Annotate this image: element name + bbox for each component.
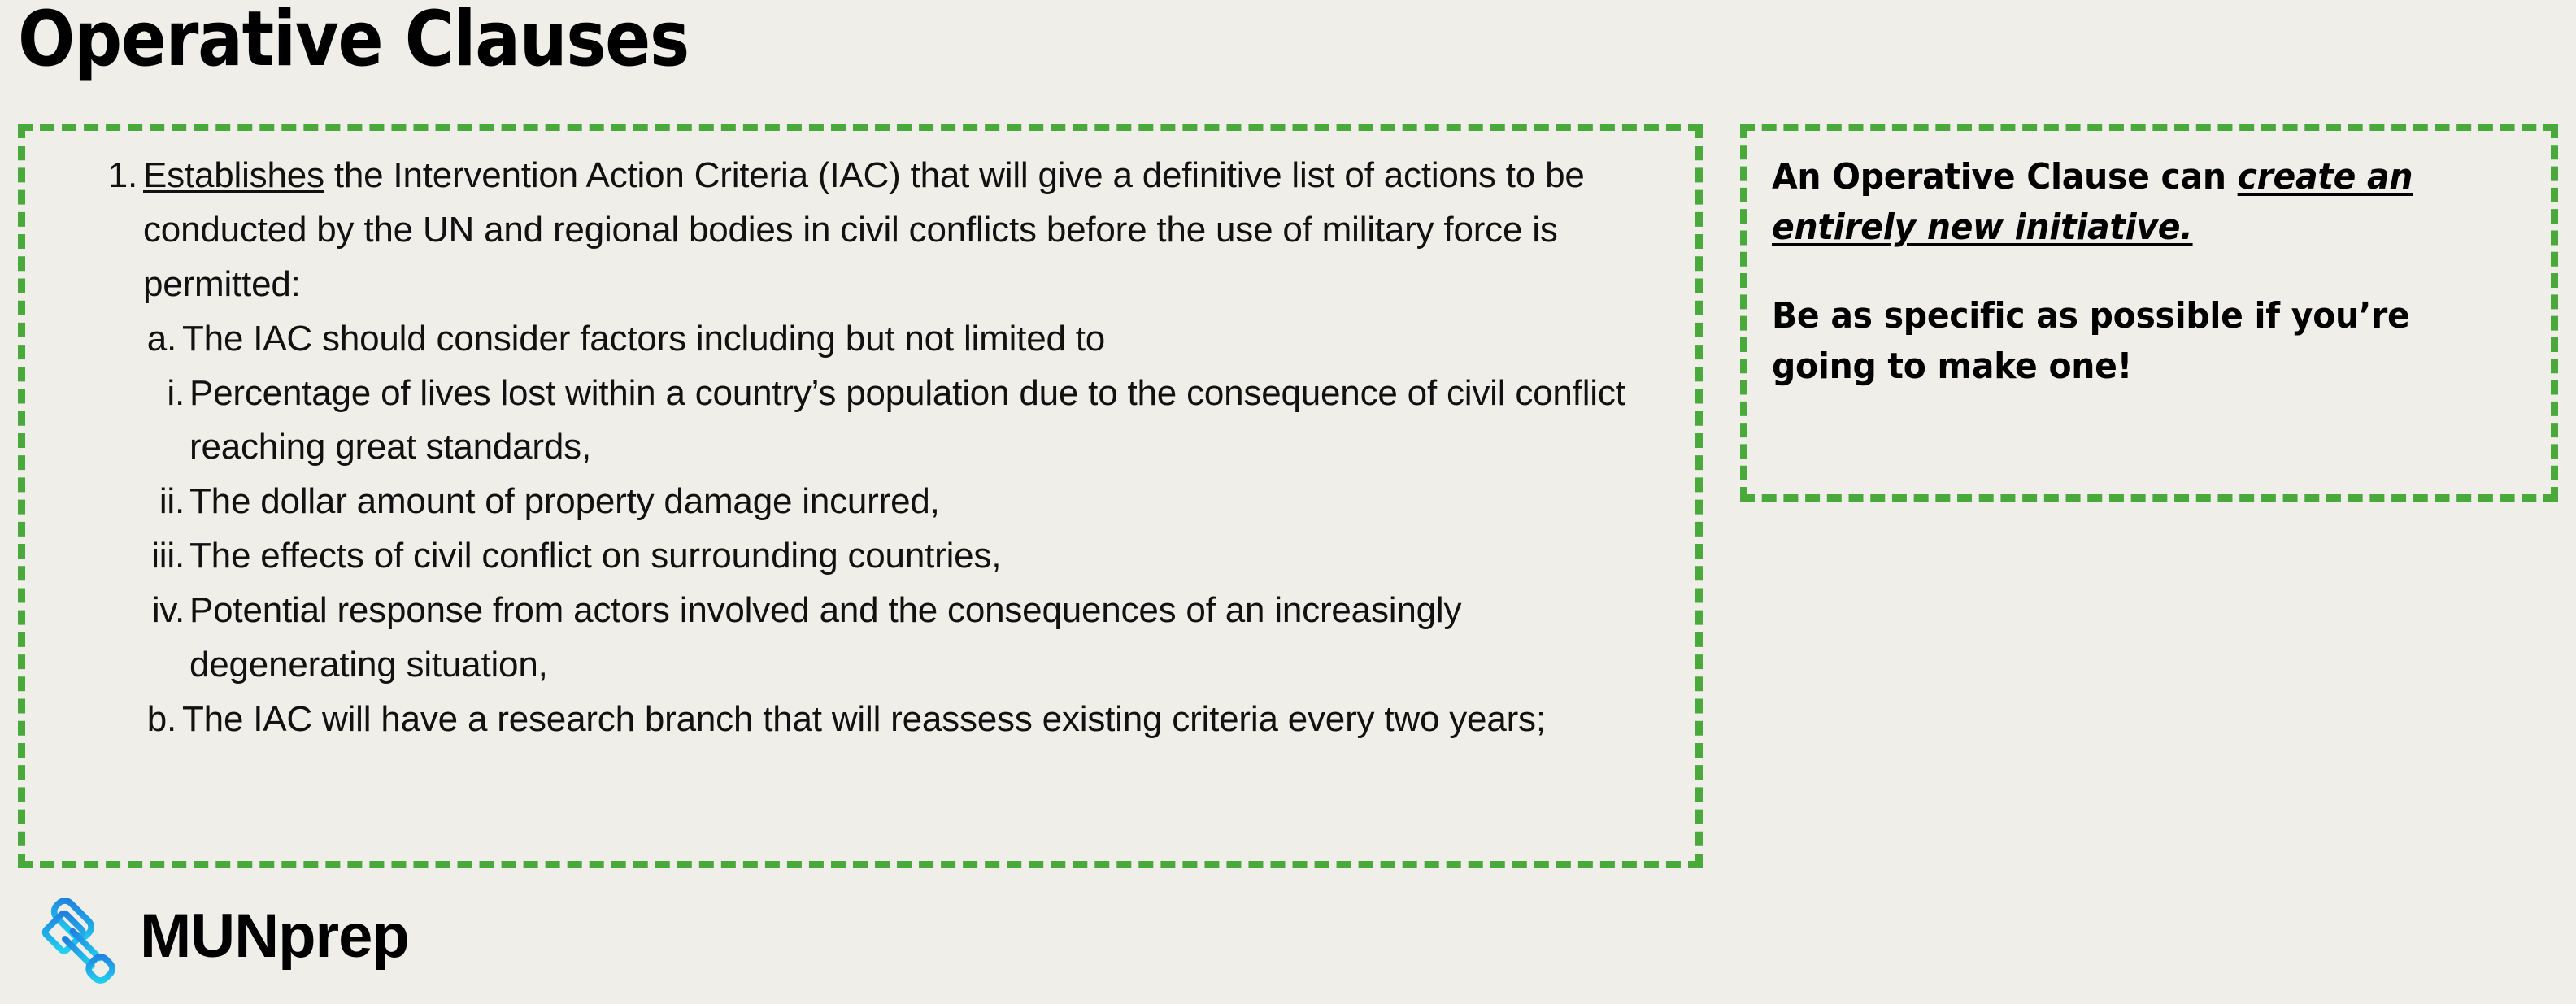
logo-text: MUNprep: [140, 902, 410, 971]
list-item-text: The IAC will have a research branch that…: [182, 698, 1546, 739]
gavel-icon: [23, 891, 119, 987]
list-item: ii. The dollar amount of property damage…: [142, 475, 1666, 529]
munprep-logo: MUNprep: [23, 891, 410, 987]
tip-callout-box: An Operative Clause can create an entire…: [1740, 124, 2558, 502]
operative-clause-box: 1. Establishes the Intervention Action C…: [18, 124, 1703, 868]
list-item: iv. Potential response from actors invol…: [142, 584, 1666, 693]
list-marker: i.: [167, 372, 185, 413]
list-item: a. The IAC should consider factors inclu…: [137, 312, 1666, 367]
list-marker: a.: [146, 318, 176, 359]
underlined-lead-word: Establishes: [143, 155, 324, 195]
list-item-text: Establishes the Intervention Action Crit…: [143, 149, 1666, 312]
tip-paragraph-1: An Operative Clause can create an entire…: [1772, 152, 2477, 254]
tip-lead-text: An Operative Clause can: [1772, 156, 2238, 198]
sub-list-a: a. The IAC should consider factors inclu…: [103, 312, 1666, 747]
list-item-text: The IAC should consider factors includin…: [182, 318, 1106, 359]
list-item-text: The effects of civil conflict on surroun…: [189, 536, 1002, 576]
list-item-body: the Intervention Action Criteria (IAC) t…: [143, 155, 1585, 304]
list-item-text: Percentage of lives lost within a countr…: [189, 372, 1625, 467]
list-item: 1. Establishes the Intervention Action C…: [103, 149, 1666, 312]
tip-text-block: An Operative Clause can create an entire…: [1772, 152, 2477, 393]
page-title: Operative Clauses: [18, 0, 690, 84]
list-item: i. Percentage of lives lost within a cou…: [142, 367, 1666, 476]
list-marker: iii.: [151, 536, 185, 576]
tip-paragraph-2: Be as specific as possible if you’re goi…: [1772, 294, 2410, 388]
list-marker: 1.: [107, 155, 137, 195]
list-marker: b.: [146, 698, 176, 739]
list-item-text: The dollar amount of property damage inc…: [189, 481, 940, 522]
list-marker: iv.: [151, 590, 185, 630]
list-marker: ii.: [159, 481, 185, 522]
clause-list: 1. Establishes the Intervention Action C…: [103, 149, 1666, 747]
list-item: b. The IAC will have a research branch t…: [137, 693, 1666, 747]
list-item-text: Potential response from actors involved …: [189, 590, 1462, 685]
sub-list-roman: i. Percentage of lives lost within a cou…: [103, 367, 1666, 693]
list-item: iii. The effects of civil conflict on su…: [142, 529, 1666, 584]
